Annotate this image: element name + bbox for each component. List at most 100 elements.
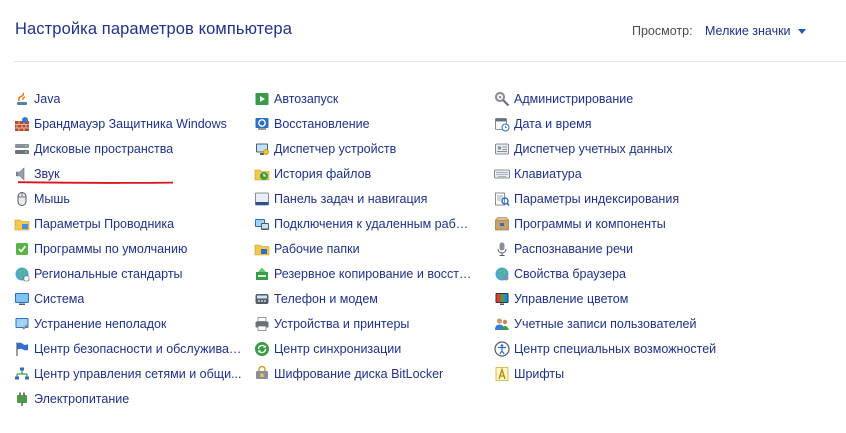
control-panel-item-label: Звук (34, 166, 60, 181)
power-icon (17, 392, 27, 406)
control-panel-item[interactable]: Электропитание (14, 386, 244, 411)
control-panel-item[interactable]: Резервное копирование и восстан... (254, 261, 478, 286)
control-panel-item[interactable]: Центр синхронизации (254, 336, 478, 361)
control-panel-item[interactable]: Система (14, 286, 244, 311)
control-panel-item-label: История файлов (274, 166, 372, 181)
control-panel-item-label: Устранение неполадок (34, 316, 167, 331)
control-panel-item-label: Программы по умолчанию (34, 241, 188, 256)
control-panel-item[interactable]: Клавиатура (494, 161, 834, 186)
control-panel-item-label: Электропитание (34, 391, 130, 406)
system-icon (15, 292, 29, 305)
control-panel-item[interactable]: Распознавание речи (494, 236, 834, 261)
control-panel-item-label: Восстановление (274, 116, 370, 131)
control-panel-item[interactable]: Восстановление (254, 111, 478, 136)
phone-modem-icon (255, 293, 269, 304)
backup-icon (256, 267, 268, 280)
control-panel-item-label: Подключения к удаленным рабоч... (274, 216, 474, 231)
control-panel-item[interactable]: Управление цветом (494, 286, 834, 311)
control-panel-item-label: Мышь (34, 191, 70, 206)
internet-options-icon (495, 267, 509, 280)
control-panel-item-label: Региональные стандарты (34, 266, 183, 281)
control-panel-item-label: Центр синхронизации (274, 341, 402, 356)
control-panel-item-label: Резервное копирование и восстан... (274, 266, 474, 281)
admin-tools-icon (494, 91, 510, 106)
control-panel-item-label: Центр безопасности и обслуживан... (34, 341, 242, 356)
folder-options-icon (14, 219, 30, 230)
red-underline-annotation (18, 181, 173, 184)
security-flag-icon (16, 342, 28, 356)
control-panel-item[interactable]: Диспетчер учетных данных (494, 136, 834, 161)
recovery-icon (255, 117, 269, 130)
troubleshooting-icon (15, 317, 29, 330)
control-panel-item[interactable]: Телефон и модем (254, 286, 478, 311)
control-panel-item-label: Система (34, 291, 85, 306)
control-panel-item[interactable]: Дисковые пространства (14, 136, 244, 161)
control-panel-item[interactable]: Диспетчер устройств (254, 136, 478, 161)
control-panel-item-label: Учетные записи пользователей (514, 316, 697, 331)
control-panel-item-label: Управление цветом (514, 291, 629, 306)
control-panel-item[interactable]: Учетные записи пользователей (494, 311, 834, 336)
page-title: Настройка параметров компьютера (15, 20, 292, 38)
chevron-down-icon (797, 28, 806, 34)
control-panel-item[interactable]: Программы по умолчанию (14, 236, 244, 261)
control-panel-item[interactable]: Устранение неполадок (14, 311, 244, 336)
header: Настройка параметров компьютера Просмотр… (0, 0, 846, 62)
user-accounts-icon (495, 317, 509, 330)
items-column-1: Java Брандмауэр Защитника Windows Дисковые… (14, 86, 244, 411)
view-label: Просмотр: (632, 24, 693, 38)
control-panel-item-label: Дисковые пространства (34, 141, 174, 156)
control-panel-item-label: Шрифты (514, 366, 565, 381)
control-panel-item[interactable]: Мышь (14, 186, 244, 211)
control-panel-item-label: Брандмауэр Защитника Windows (34, 116, 227, 131)
programs-features-icon (495, 216, 509, 230)
color-management-icon (495, 292, 509, 305)
control-panel-item[interactable]: Брандмауэр Защитника Windows (14, 111, 244, 136)
default-programs-icon (16, 242, 28, 255)
control-panel-item[interactable]: Java (14, 86, 244, 111)
sync-icon (255, 341, 269, 356)
control-panel-item-label: Администрирование (514, 91, 634, 106)
control-panel-item[interactable]: Подключения к удаленным рабоч... (254, 211, 478, 236)
control-panel-item-label: Диспетчер учетных данных (514, 141, 673, 156)
control-panel-item[interactable]: Свойства браузера (494, 261, 834, 286)
control-panel-item[interactable]: Рабочие папки (254, 236, 478, 261)
control-panel-item-label: Параметры индексирования (514, 191, 680, 206)
control-panel-item-label: Автозапуск (274, 91, 339, 106)
indexing-icon (495, 192, 510, 206)
taskbar-icon (255, 192, 269, 205)
network-icon (15, 367, 29, 379)
control-panel-item-label: Рабочие папки (274, 241, 360, 256)
microphone-icon (497, 242, 507, 256)
control-panel-item[interactable]: Параметры Проводника (14, 211, 244, 236)
control-panel-item[interactable]: История файлов (254, 161, 478, 186)
view-mode-value: Мелкие значки (705, 24, 791, 38)
work-folders-icon (254, 244, 270, 255)
control-panel-item[interactable]: Параметры индексирования (494, 186, 834, 211)
control-panel-item[interactable]: Дата и время (494, 111, 834, 136)
control-panel-item[interactable]: Панель задач и навигация (254, 186, 478, 211)
speaker-icon (16, 166, 25, 181)
control-panel-item[interactable]: Центр специальных возможностей (494, 336, 834, 361)
control-panel-item[interactable]: Центр управления сетями и общи... (14, 361, 244, 386)
control-panel-item-label: Java (34, 91, 61, 106)
printer-icon (255, 316, 269, 331)
header-divider (14, 61, 846, 62)
control-panel-item[interactable]: Автозапуск (254, 86, 478, 111)
control-panel-item-label: Центр специальных возможностей (514, 341, 717, 356)
control-panel-item[interactable]: Центр безопасности и обслуживан... (14, 336, 244, 361)
control-panel-item[interactable]: Шрифты (494, 361, 834, 386)
control-panel-item-label: Свойства браузера (514, 266, 626, 281)
control-panel-item[interactable]: Шифрование диска BitLocker (254, 361, 478, 386)
fonts-icon (495, 366, 509, 381)
file-history-icon (254, 169, 270, 180)
mouse-icon (17, 191, 27, 206)
view-mode-dropdown[interactable]: Мелкие значки (705, 24, 806, 38)
control-panel-item[interactable]: Администрирование (494, 86, 834, 111)
control-panel-item[interactable]: Региональные стандарты (14, 261, 244, 286)
control-panel-item-label: Диспетчер устройств (274, 141, 397, 156)
ease-of-access-icon (494, 340, 510, 357)
control-panel-item[interactable]: Устройства и принтеры (254, 311, 478, 336)
items-column-3: Администрирование Дата и время Диспетчер у… (494, 86, 834, 386)
control-panel-item[interactable]: Программы и компоненты (494, 211, 834, 236)
autoplay-icon (255, 92, 269, 105)
